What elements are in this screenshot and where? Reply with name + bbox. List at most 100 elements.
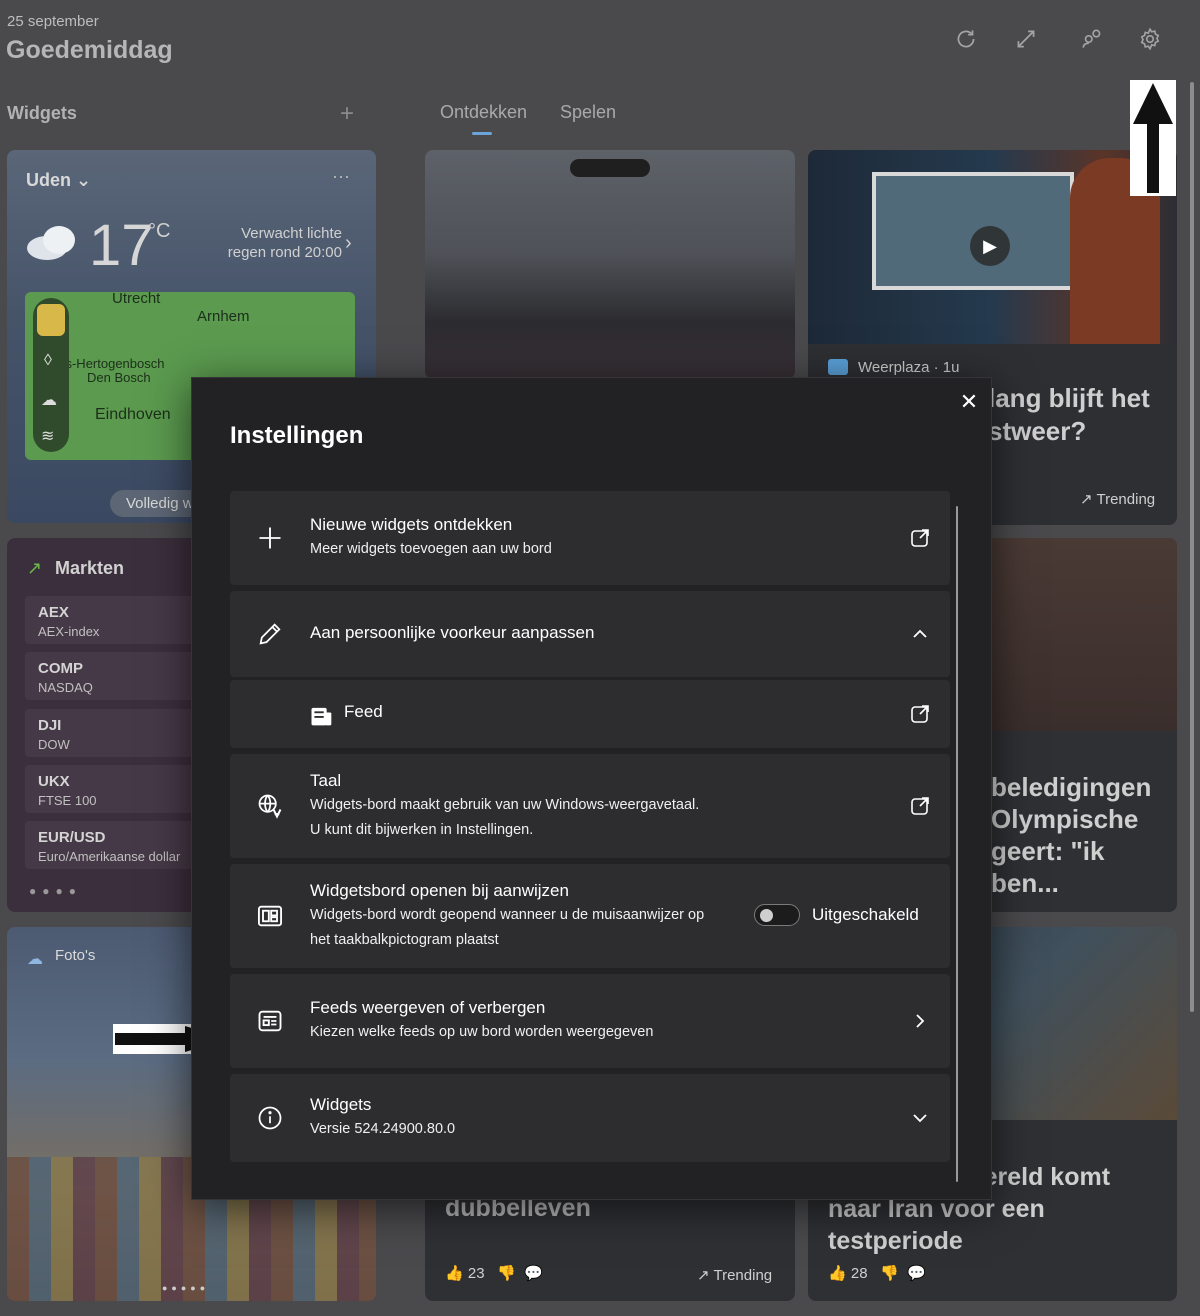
markets-title: Markten: [55, 558, 125, 578]
map-label: Den Bosch: [87, 370, 151, 385]
market-symbol: DJI: [38, 717, 62, 734]
pencil-icon: [256, 620, 284, 648]
temperature: 17: [89, 213, 154, 278]
chevron-down-icon[interactable]: [908, 1106, 932, 1130]
show-hide-feeds-row[interactable]: Feeds weergeven of verbergen Kiezen welk…: [230, 974, 950, 1068]
language-globe-icon: [256, 792, 284, 820]
weerplaza-logo: [828, 359, 848, 375]
news-video-thumbnail[interactable]: ▶: [808, 150, 1177, 344]
market-symbol: AEX: [38, 604, 69, 621]
main-scrollbar[interactable]: [1190, 82, 1194, 1012]
plus-icon: [256, 524, 284, 552]
external-link-icon[interactable]: [908, 794, 932, 818]
market-name: Euro/Amerikaanse dollar: [38, 849, 181, 864]
add-widget-button[interactable]: +: [340, 100, 354, 128]
chevron-right-icon[interactable]: [908, 1009, 932, 1033]
comment-icon[interactable]: 💬: [524, 1265, 543, 1282]
personalize-row[interactable]: Aan persoonlijke voorkeur aanpassen: [230, 591, 950, 677]
markets-trend-icon: ↗: [27, 558, 43, 578]
info-icon: [256, 1104, 284, 1132]
map-label: 's-Hertogenbosch: [63, 356, 165, 371]
more-options-icon[interactable]: ···: [332, 166, 350, 187]
toggle-state-label: Uitgeschakeld: [812, 905, 919, 924]
refresh-icon[interactable]: [953, 26, 979, 52]
map-label: Eindhoven: [95, 406, 171, 423]
row-subtitle: U kunt dit bijwerken in Instellingen.: [310, 822, 534, 838]
trending-label: ↗ Trending: [697, 1267, 773, 1284]
tab-spelen[interactable]: Spelen: [560, 102, 616, 123]
page-dots[interactable]: ●●●●: [29, 884, 82, 898]
chevron-down-icon: ⌄: [76, 170, 92, 190]
about-widgets-row[interactable]: Widgets Versie 524.24900.80.0: [230, 1074, 950, 1162]
photos-title: Foto's: [55, 947, 96, 964]
version-label: Versie 524.24900.80.0: [310, 1121, 456, 1137]
feed-row[interactable]: Feed: [230, 680, 950, 748]
market-symbol: COMP: [38, 660, 83, 677]
temperature-unit: °C: [148, 220, 171, 242]
row-subtitle: Kiezen welke feeds op uw bord worden wee…: [310, 1024, 654, 1040]
like-count: 23: [467, 1265, 485, 1282]
row-title: Widgetsbord openen bij aanwijzen: [310, 881, 569, 900]
news-headline[interactable]: beledigingen Olympische geert: "ik ben..…: [991, 771, 1166, 899]
dialog-scrollbar[interactable]: [956, 506, 958, 1182]
like-count: 28: [850, 1265, 868, 1282]
dialog-title: Instellingen: [230, 422, 364, 449]
news-actions: 👍 28 👎 💬: [828, 1264, 926, 1282]
row-title: Feeds weergeven of verbergen: [310, 998, 546, 1017]
trending-icon: ↗: [1080, 491, 1093, 508]
cloud-icon: [25, 222, 81, 262]
row-subtitle: Widgets-bord wordt geopend wanneer u de …: [310, 907, 705, 923]
settings-gear-icon[interactable]: [1137, 26, 1163, 52]
greeting: Goedemiddag: [6, 36, 173, 64]
chevron-right-icon[interactable]: ›: [345, 232, 352, 255]
widgets-header: Widgets: [7, 103, 77, 123]
row-subtitle: Widgets-bord maakt gebruik van uw Window…: [310, 797, 700, 813]
map-layer-selector[interactable]: ◊ ☁ ≋: [33, 298, 69, 452]
cloud-layer-icon[interactable]: ☁: [41, 390, 57, 410]
like-icon[interactable]: 👍: [828, 1265, 847, 1282]
tab-ontdekken[interactable]: Ontdekken: [440, 102, 527, 123]
market-symbol: UKX: [38, 773, 70, 790]
market-name: AEX-index: [38, 624, 100, 639]
language-row[interactable]: Taal Widgets-bord maakt gebruik van uw W…: [230, 754, 950, 858]
carousel-indicator[interactable]: [570, 159, 650, 177]
external-link-icon[interactable]: [908, 526, 932, 550]
chevron-up-icon[interactable]: [908, 622, 932, 646]
news-source: Weerplaza · 1u: [858, 359, 960, 376]
trending-label: ↗ Trending: [1080, 491, 1156, 508]
close-icon[interactable]: ✕: [957, 390, 981, 414]
comment-icon[interactable]: 💬: [907, 1265, 926, 1282]
wind-icon[interactable]: ≋: [41, 426, 54, 446]
dislike-icon[interactable]: 👎: [880, 1265, 899, 1282]
news-image[interactable]: [425, 150, 795, 379]
trending-icon: ↗: [697, 1267, 710, 1284]
weather-forecast[interactable]: Verwacht lichte regen rond 20:00: [212, 224, 342, 262]
raindrop-icon[interactable]: ◊: [44, 352, 52, 370]
market-name: DOW: [38, 737, 70, 752]
thermometer-icon[interactable]: [37, 304, 65, 336]
external-link-icon[interactable]: [908, 702, 932, 726]
settings-dialog: Instellingen ✕ Nieuwe widgets ontdekken …: [191, 377, 992, 1200]
hover-open-toggle[interactable]: [754, 904, 800, 926]
row-title: Nieuwe widgets ontdekken: [310, 515, 513, 534]
news-headline[interactable]: lang blijft het stweer?: [988, 382, 1177, 448]
page-dots[interactable]: ●●●●●: [162, 1283, 209, 1293]
market-symbol: EUR/USD: [38, 829, 106, 846]
video-screen: [872, 172, 1074, 290]
weather-location[interactable]: Uden ⌄: [26, 170, 91, 191]
market-name: NASDAQ: [38, 680, 93, 695]
active-tab-indicator: [472, 132, 492, 135]
row-subtitle: het taakbalkpictogram plaatst: [310, 932, 499, 948]
row-subtitle: Meer widgets toevoegen aan uw bord: [310, 541, 552, 557]
widget-board-icon: [256, 902, 284, 930]
discover-widgets-row[interactable]: Nieuwe widgets ontdekken Meer widgets to…: [230, 491, 950, 585]
like-icon[interactable]: 👍: [445, 1265, 464, 1282]
hover-open-row: Widgetsbord openen bij aanwijzen Widgets…: [230, 864, 950, 968]
expand-icon[interactable]: [1013, 26, 1039, 52]
row-title: Feed: [344, 702, 383, 721]
account-icon[interactable]: [1079, 26, 1105, 52]
dislike-icon[interactable]: 👎: [497, 1265, 516, 1282]
play-icon[interactable]: ▶: [970, 226, 1010, 266]
news-actions: 👍 23 👎 💬: [445, 1264, 543, 1282]
row-title: Taal: [310, 771, 342, 790]
